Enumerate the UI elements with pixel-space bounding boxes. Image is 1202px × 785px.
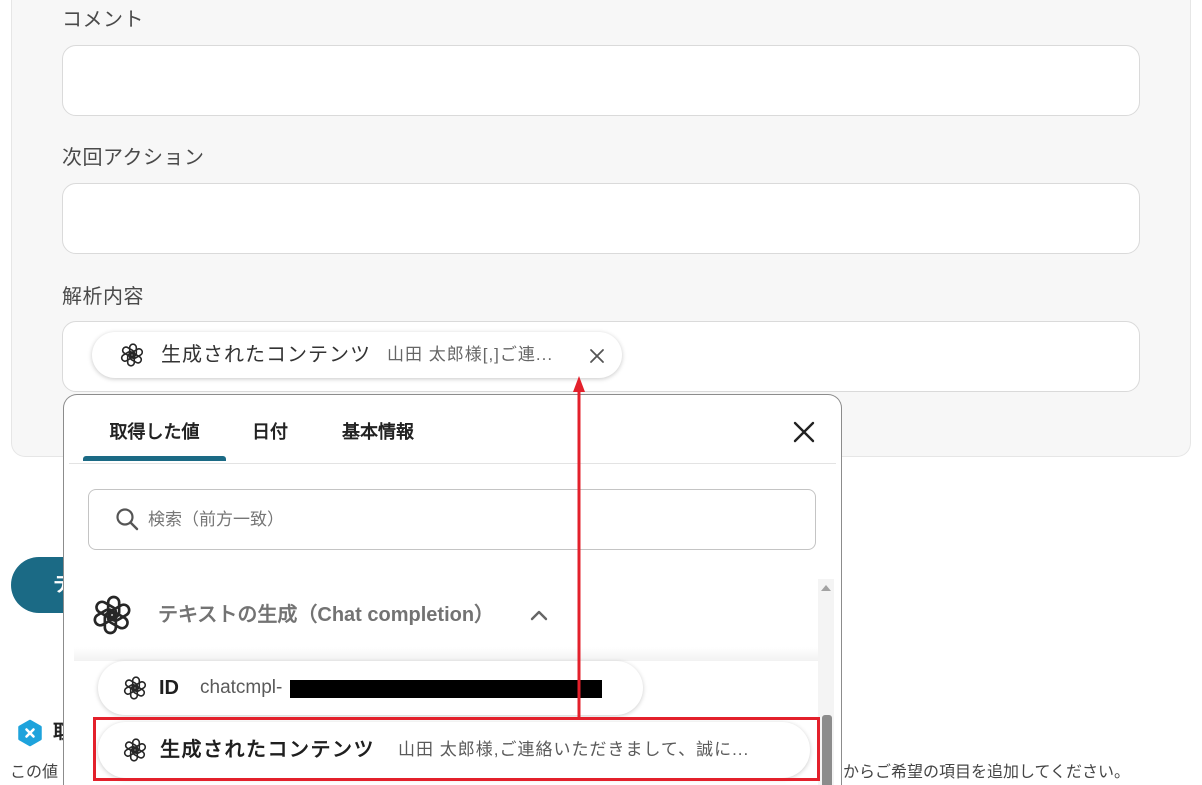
list-item-id[interactable]: ID chatcmpl- — [98, 661, 643, 715]
tab-divider — [69, 463, 836, 464]
tab-date[interactable]: 日付 — [233, 408, 307, 456]
next-action-input[interactable] — [62, 183, 1140, 254]
scroll-up-arrow-icon[interactable] — [821, 585, 831, 591]
chip-preview: 山田 太郎様[,]ご連... — [387, 345, 554, 364]
scrollbar-thumb[interactable] — [822, 715, 832, 785]
help-text-end: からご希望の項目を追加してください。 — [843, 764, 1131, 781]
tab-acquired-values[interactable]: 取得した値 — [83, 408, 226, 456]
comment-input[interactable] — [62, 45, 1140, 116]
search-input[interactable] — [89, 490, 815, 549]
close-icon[interactable] — [792, 420, 816, 444]
redaction-bar — [290, 680, 602, 698]
next-action-label: 次回アクション — [62, 147, 205, 169]
item-value: chatcmpl- — [200, 677, 283, 698]
help-text-start: この値 — [10, 764, 59, 781]
chevron-up-icon[interactable] — [529, 607, 549, 623]
hexagon-x-icon — [18, 719, 42, 747]
list-item-generated-content[interactable]: 生成されたコンテンツ 山田 太郎様,ご連絡いただきまして、誠に... — [98, 722, 810, 778]
active-tab-indicator — [83, 456, 226, 461]
analysis-label: 解析内容 — [62, 286, 144, 308]
section-header-chat-completion[interactable]: テキストの生成（Chat completion） — [64, 585, 814, 645]
openai-icon — [123, 738, 147, 762]
search-icon — [116, 508, 139, 531]
openai-icon — [92, 595, 132, 635]
analysis-field[interactable]: 生成されたコンテンツ 山田 太郎様[,]ご連... — [62, 321, 1140, 392]
openai-icon — [120, 343, 144, 367]
close-icon[interactable] — [588, 347, 606, 365]
tab-basic-info[interactable]: 基本情報 — [325, 408, 431, 456]
openai-icon — [123, 676, 147, 700]
section-title: テキストの生成（Chat completion） — [158, 604, 495, 626]
item-label: ID — [159, 677, 179, 699]
value-picker-popup: 取得した値 日付 基本情報 テキストの生成（Chat completion） I… — [63, 394, 842, 785]
section-header-shadow — [74, 647, 818, 661]
comment-label: コメント — [62, 9, 144, 31]
search-box — [88, 489, 816, 550]
item-value: 山田 太郎様,ご連絡いただきまして、誠に... — [398, 740, 750, 759]
value-chip[interactable]: 生成されたコンテンツ 山田 太郎様[,]ご連... — [92, 332, 622, 378]
chip-title: 生成されたコンテンツ — [161, 344, 371, 366]
item-label: 生成されたコンテンツ — [160, 739, 375, 761]
